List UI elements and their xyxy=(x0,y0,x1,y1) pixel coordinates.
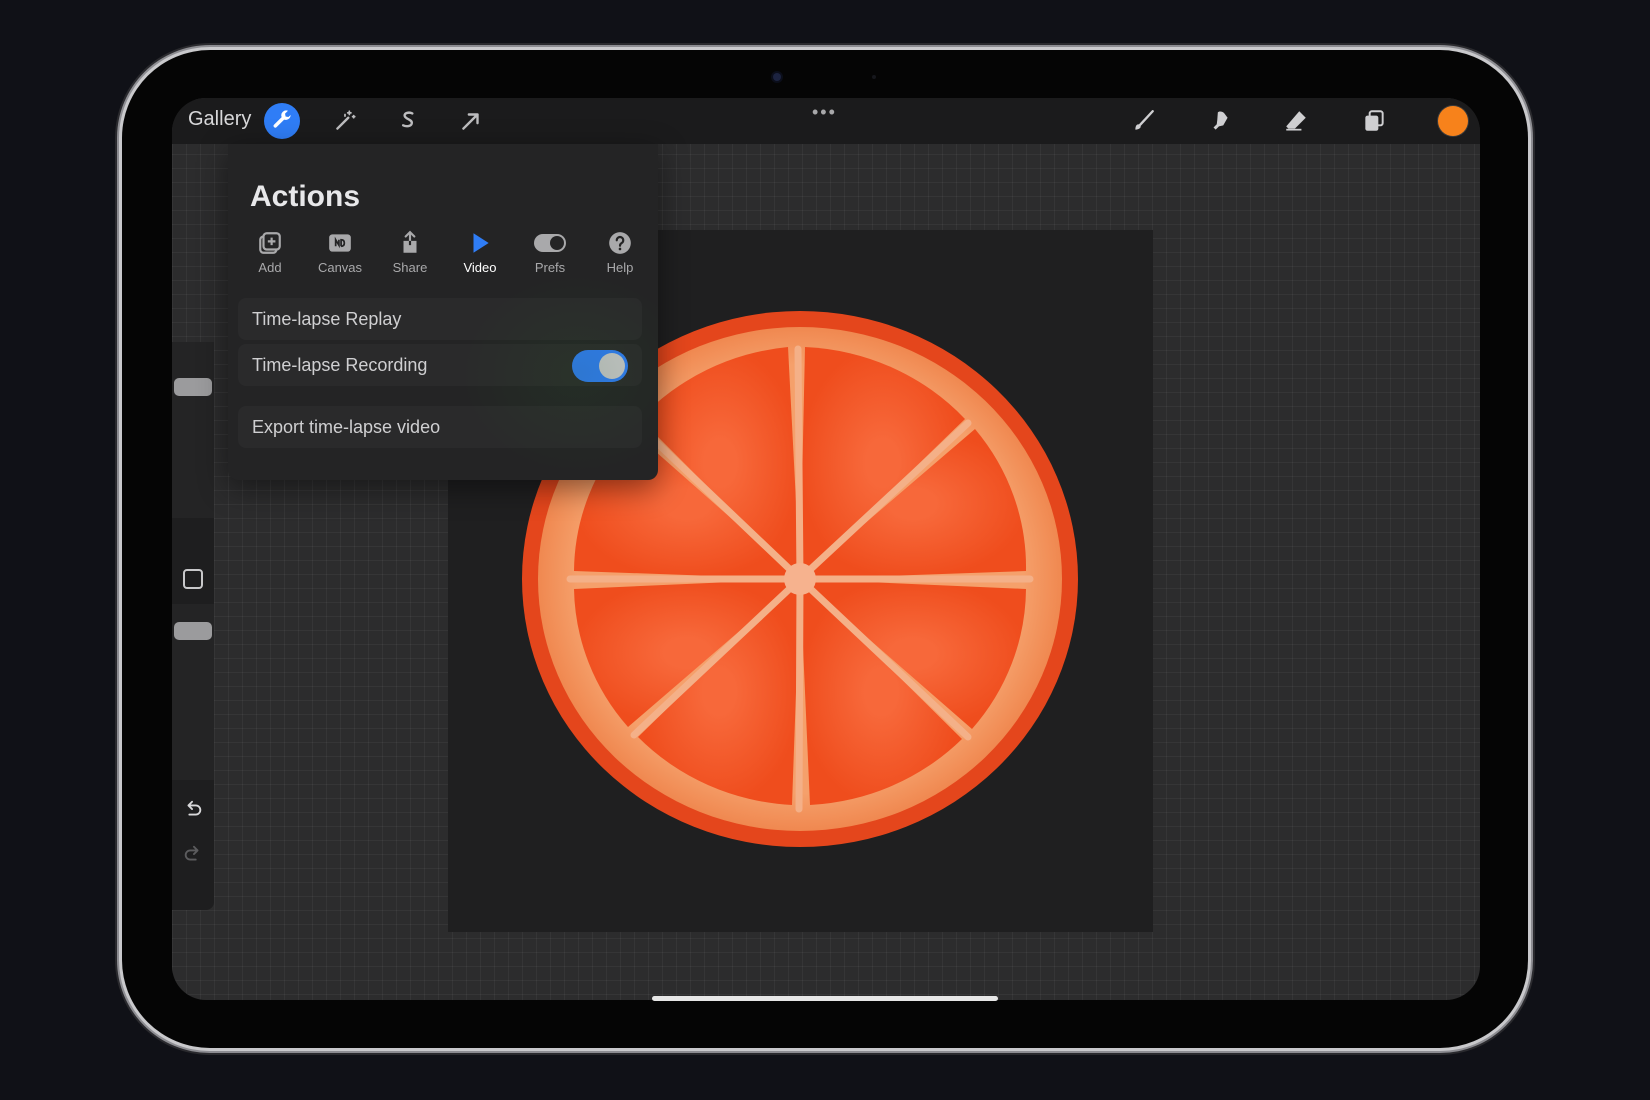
brush-size-slider[interactable] xyxy=(172,342,214,518)
top-toolbar: Gallery ••• xyxy=(172,98,1480,144)
selection-button[interactable] xyxy=(390,103,426,139)
eraser-button[interactable] xyxy=(1278,103,1314,139)
smudge-finger-icon xyxy=(1213,111,1228,130)
front-camera xyxy=(773,73,781,81)
timelapse-recording-toggle[interactable] xyxy=(572,350,628,382)
actions-tabs: Add Canvas Share Video Prefs Help xyxy=(240,228,650,280)
brush-button[interactable] xyxy=(1126,103,1162,139)
color-picker-button[interactable] xyxy=(1438,106,1468,136)
canvas-icon xyxy=(329,234,351,252)
layers-button[interactable] xyxy=(1356,103,1392,139)
tab-canvas[interactable]: Canvas xyxy=(310,228,370,280)
layers-icon xyxy=(1365,110,1384,131)
timelapse-recording-item: Time-lapse Recording xyxy=(238,344,642,386)
tab-video[interactable]: Video xyxy=(450,228,510,280)
undo-button[interactable] xyxy=(180,797,206,823)
magic-wand-icon xyxy=(336,110,356,130)
modify-button[interactable] xyxy=(183,569,203,589)
adjustments-button[interactable] xyxy=(327,103,363,139)
home-indicator[interactable] xyxy=(652,996,998,1001)
brush-icon xyxy=(1135,110,1154,130)
export-timelapse-label: Export time-lapse video xyxy=(252,417,441,437)
smudge-button[interactable] xyxy=(1202,103,1238,139)
toggle-knob xyxy=(599,353,625,379)
app-screen: Gallery ••• Actions Add Canvas Share Vid… xyxy=(172,98,1480,1000)
redo-icon xyxy=(184,845,199,861)
timelapse-recording-label: Time-lapse Recording xyxy=(252,355,428,375)
actions-popover: Actions Add Canvas Share Video Prefs Hel… xyxy=(228,144,658,480)
left-sidebar xyxy=(172,342,214,910)
export-timelapse-item[interactable]: Export time-lapse video xyxy=(238,406,642,448)
add-icon xyxy=(259,232,281,254)
gallery-button[interactable]: Gallery xyxy=(188,108,251,131)
actions-wrench-button[interactable] xyxy=(264,103,300,139)
timelapse-replay-label: Time-lapse Replay xyxy=(252,309,402,329)
transform-button[interactable] xyxy=(453,103,489,139)
wrench-icon xyxy=(273,110,291,128)
help-icon xyxy=(609,232,631,254)
toggle-icon xyxy=(534,234,566,252)
opacity-thumb[interactable] xyxy=(174,622,212,640)
tab-add[interactable]: Add xyxy=(240,228,300,280)
play-icon xyxy=(473,233,489,253)
arrow-cursor-icon xyxy=(462,113,479,130)
tab-help[interactable]: Help xyxy=(590,228,650,280)
share-icon xyxy=(403,230,417,253)
tab-share[interactable]: Share xyxy=(380,228,440,280)
tab-prefs[interactable]: Prefs xyxy=(520,228,580,280)
undo-icon xyxy=(187,800,202,816)
selection-s-icon xyxy=(401,111,414,128)
camera-sensor xyxy=(872,75,876,79)
brush-size-thumb[interactable] xyxy=(174,378,212,396)
actions-title: Actions xyxy=(250,180,361,213)
more-options-handle[interactable]: ••• xyxy=(812,102,837,123)
timelapse-replay-item[interactable]: Time-lapse Replay xyxy=(238,298,642,340)
eraser-icon xyxy=(1286,111,1306,131)
redo-button[interactable] xyxy=(180,842,206,868)
